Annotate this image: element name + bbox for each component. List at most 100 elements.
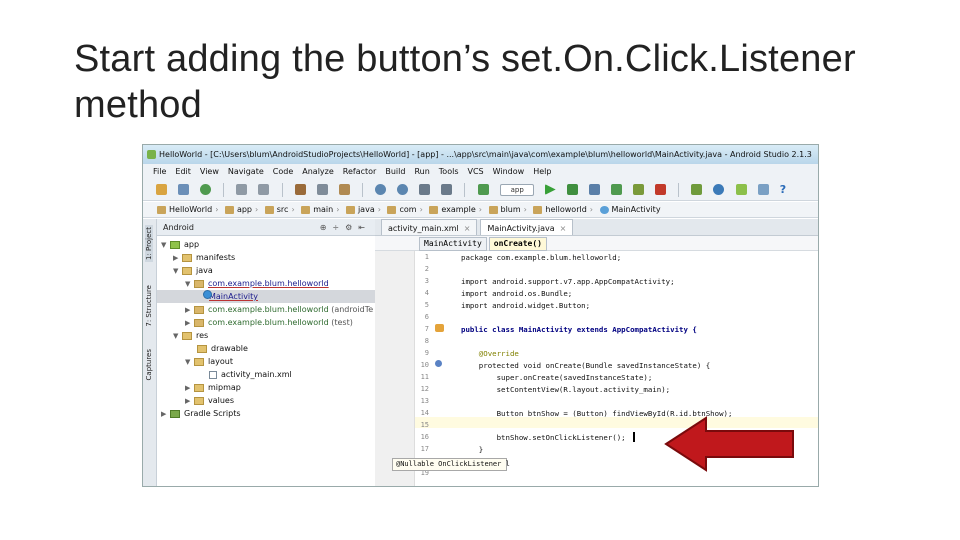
crumb-java[interactable]: java ›	[345, 202, 381, 218]
close-icon[interactable]: ×	[560, 224, 567, 233]
attach-debugger-icon[interactable]	[588, 184, 600, 195]
cut-icon[interactable]	[294, 184, 306, 195]
sync-icon[interactable]	[200, 184, 212, 195]
expand-arrow-icon[interactable]: ▶	[161, 408, 170, 421]
project-structure-icon[interactable]	[757, 184, 769, 195]
paste-icon[interactable]	[338, 184, 350, 195]
menu-bar: File Edit View Navigate Code Analyze Refactor B…	[143, 164, 818, 179]
back-icon[interactable]	[419, 184, 431, 195]
folder-icon	[194, 396, 204, 405]
package-icon	[387, 205, 397, 214]
code-line: super.onCreate(savedInstanceState);	[461, 373, 653, 382]
tab-activity-main-xml[interactable]: activity_main.xml ×	[381, 219, 478, 235]
breadcrumb-class[interactable]: MainActivity	[419, 237, 487, 251]
code-line: import android.widget.Button;	[461, 301, 591, 310]
gear-icon[interactable]: ⚙	[345, 223, 358, 232]
toolbar-separator	[281, 183, 283, 197]
menu-window[interactable]: Window	[493, 167, 525, 176]
project-view-select[interactable]: Android	[163, 223, 194, 232]
crumb-main[interactable]: main ›	[301, 202, 339, 218]
project-view-controls: ⊕÷⚙⇤	[320, 219, 371, 236]
undo-icon[interactable]	[236, 184, 248, 195]
replace-icon[interactable]	[397, 184, 409, 195]
tree-item-package-main[interactable]: ▼ com.example.blum.helloworld	[157, 277, 375, 290]
forward-icon[interactable]	[441, 184, 453, 195]
tab-captures[interactable]: Captures	[145, 349, 153, 380]
code-line: import android.os.Bundle;	[461, 289, 573, 298]
package-icon	[429, 205, 439, 214]
crumb-src[interactable]: src ›	[264, 202, 295, 218]
breadcrumb-method[interactable]: onCreate()	[488, 237, 547, 251]
folder-icon	[194, 357, 204, 366]
override-gutter-icon[interactable]	[435, 360, 442, 367]
folder-icon	[182, 266, 192, 275]
close-icon[interactable]: ×	[464, 224, 471, 233]
menu-tools[interactable]: Tools	[439, 167, 459, 176]
make-project-icon[interactable]	[477, 184, 489, 195]
crumb-com[interactable]: com ›	[387, 202, 423, 218]
folder-icon	[197, 344, 207, 353]
crumb-app[interactable]: app ›	[224, 202, 258, 218]
menu-code[interactable]: Code	[273, 167, 293, 176]
menu-run[interactable]: Run	[414, 167, 429, 176]
tree-item-mainactivity[interactable]: MainActivity	[157, 290, 375, 303]
run-config-select[interactable]: app	[499, 184, 534, 196]
menu-edit[interactable]: Edit	[175, 167, 191, 176]
menu-build[interactable]: Build	[385, 167, 405, 176]
menu-refactor[interactable]: Refactor	[343, 167, 377, 176]
tree-item-drawable[interactable]: drawable	[157, 342, 375, 355]
hide-icon[interactable]: ⇤	[358, 223, 371, 232]
tree-item-activity-main-xml[interactable]: activity_main.xml	[157, 368, 375, 381]
app-module-icon	[170, 240, 180, 249]
crumb-helloworld-pkg[interactable]: helloworld ›	[533, 202, 593, 218]
android-monitor-icon[interactable]	[735, 184, 747, 195]
code-line: import android.support.v7.app.AppCompatA…	[461, 277, 675, 286]
copy-icon[interactable]	[316, 184, 328, 195]
tab-project[interactable]: 1: Project	[145, 225, 153, 262]
red-arrow-icon	[664, 416, 794, 472]
folder-icon	[194, 383, 204, 392]
sync-icon[interactable]: ⊕	[320, 223, 333, 232]
save-icon[interactable]	[178, 184, 190, 195]
crumb-mainactivity[interactable]: MainActivity	[599, 202, 661, 218]
line-number: 9	[424, 349, 429, 357]
tree-item-package-androidtest[interactable]: ▶ com.example.blum.helloworld (androidTe	[157, 303, 375, 316]
line-number: 6	[424, 313, 429, 321]
stop-icon[interactable]	[655, 184, 667, 195]
menu-view[interactable]: View	[200, 167, 219, 176]
menu-analyze[interactable]: Analyze	[302, 167, 334, 176]
debug-icon[interactable]	[566, 184, 578, 195]
tree-item-values[interactable]: ▶ values	[157, 394, 375, 407]
crumb-helloworld[interactable]: HelloWorld ›	[157, 202, 218, 218]
menu-help[interactable]: Help	[533, 167, 551, 176]
coverage-icon[interactable]	[610, 184, 622, 195]
apply-changes-icon[interactable]	[633, 184, 645, 195]
tree-item-app[interactable]: ▼ app	[157, 238, 375, 251]
folder-icon	[264, 205, 274, 214]
tree-item-package-test[interactable]: ▶ com.example.blum.helloworld (test)	[157, 316, 375, 329]
find-icon[interactable]	[375, 184, 387, 195]
menu-file[interactable]: File	[153, 167, 166, 176]
tab-mainactivity-java[interactable]: MainActivity.java ×	[480, 219, 574, 235]
collapse-icon[interactable]: ÷	[332, 223, 345, 232]
menu-navigate[interactable]: Navigate	[228, 167, 264, 176]
tree-item-res[interactable]: ▼ res	[157, 329, 375, 342]
crumb-blum[interactable]: blum ›	[488, 202, 527, 218]
tree-item-mipmap[interactable]: ▶ mipmap	[157, 381, 375, 394]
tree-item-java[interactable]: ▼ java	[157, 264, 375, 277]
avd-manager-icon[interactable]	[691, 184, 703, 195]
tree-item-layout[interactable]: ▼ layout	[157, 355, 375, 368]
editor-breadcrumbs: MainActivity onCreate()	[375, 236, 818, 251]
tree-item-gradle-scripts[interactable]: ▶ Gradle Scripts	[157, 407, 375, 420]
open-folder-icon[interactable]	[156, 184, 167, 195]
menu-vcs[interactable]: VCS	[468, 167, 484, 176]
tree-item-manifests[interactable]: ▶ manifests	[157, 251, 375, 264]
sdk-manager-icon[interactable]	[713, 184, 725, 195]
redo-icon[interactable]	[258, 184, 270, 195]
tab-structure[interactable]: 7: Structure	[145, 285, 153, 327]
crumb-example[interactable]: example ›	[429, 202, 482, 218]
run-icon[interactable]	[544, 184, 556, 195]
help-icon[interactable]: ?	[780, 184, 791, 195]
toolbar-separator	[361, 183, 363, 197]
class-gutter-icon[interactable]	[435, 324, 444, 332]
